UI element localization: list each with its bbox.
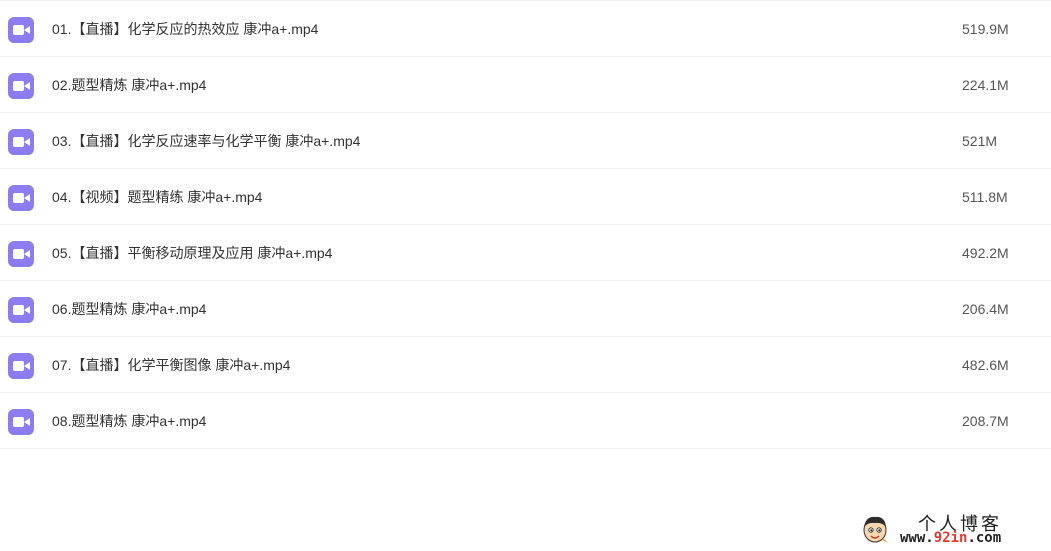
file-row[interactable]: 03.【直播】化学反应速率与化学平衡 康冲a+.mp4 521M (0, 113, 1051, 169)
video-file-icon (8, 241, 34, 267)
file-name[interactable]: 03.【直播】化学反应速率与化学平衡 康冲a+.mp4 (52, 113, 360, 169)
video-file-icon (8, 185, 34, 211)
video-file-icon (8, 297, 34, 323)
file-name[interactable]: 08.题型精炼 康冲a+.mp4 (52, 393, 206, 449)
video-file-icon (8, 17, 34, 43)
cartoon-avatar-icon (860, 514, 890, 544)
file-row[interactable]: 07.【直播】化学平衡图像 康冲a+.mp4 482.6M (0, 337, 1051, 393)
watermark-url: www.92in.com (900, 530, 1001, 546)
file-name[interactable]: 07.【直播】化学平衡图像 康冲a+.mp4 (52, 337, 290, 393)
file-name[interactable]: 02.题型精炼 康冲a+.mp4 (52, 57, 206, 113)
file-row[interactable]: 01.【直播】化学反应的热效应 康冲a+.mp4 519.9M (0, 1, 1051, 57)
file-name[interactable]: 01.【直播】化学反应的热效应 康冲a+.mp4 (52, 1, 318, 57)
file-size: 208.7M (962, 413, 1009, 429)
file-row[interactable]: 05.【直播】平衡移动原理及应用 康冲a+.mp4 492.2M (0, 225, 1051, 281)
watermark-url-suffix: .com (967, 530, 1002, 546)
video-file-icon (8, 129, 34, 155)
file-size: 492.2M (962, 245, 1009, 261)
video-file-icon (8, 409, 34, 435)
file-name[interactable]: 06.题型精炼 康冲a+.mp4 (52, 281, 206, 337)
file-list: 01.【直播】化学反应的热效应 康冲a+.mp4 519.9M 02.题型精炼 … (0, 0, 1051, 449)
file-row[interactable]: 06.题型精炼 康冲a+.mp4 206.4M (0, 281, 1051, 337)
video-file-icon (8, 353, 34, 379)
blog-watermark: 个人博客 www.92in.com (858, 510, 1048, 548)
watermark-url-highlight: 92in (933, 530, 968, 546)
file-size: 206.4M (962, 301, 1009, 317)
file-size: 224.1M (962, 77, 1009, 93)
file-size: 511.8M (962, 189, 1008, 205)
file-name[interactable]: 04.【视频】题型精练 康冲a+.mp4 (52, 169, 262, 225)
file-size: 482.6M (962, 357, 1009, 373)
file-name[interactable]: 05.【直播】平衡移动原理及应用 康冲a+.mp4 (52, 225, 332, 281)
video-file-icon (8, 73, 34, 99)
file-row[interactable]: 04.【视频】题型精练 康冲a+.mp4 511.8M (0, 169, 1051, 225)
file-row[interactable]: 02.题型精炼 康冲a+.mp4 224.1M (0, 57, 1051, 113)
file-size: 519.9M (962, 21, 1009, 37)
file-size: 521M (962, 133, 998, 149)
watermark-url-prefix: www. (900, 530, 934, 546)
file-row[interactable]: 08.题型精炼 康冲a+.mp4 208.7M (0, 393, 1051, 449)
